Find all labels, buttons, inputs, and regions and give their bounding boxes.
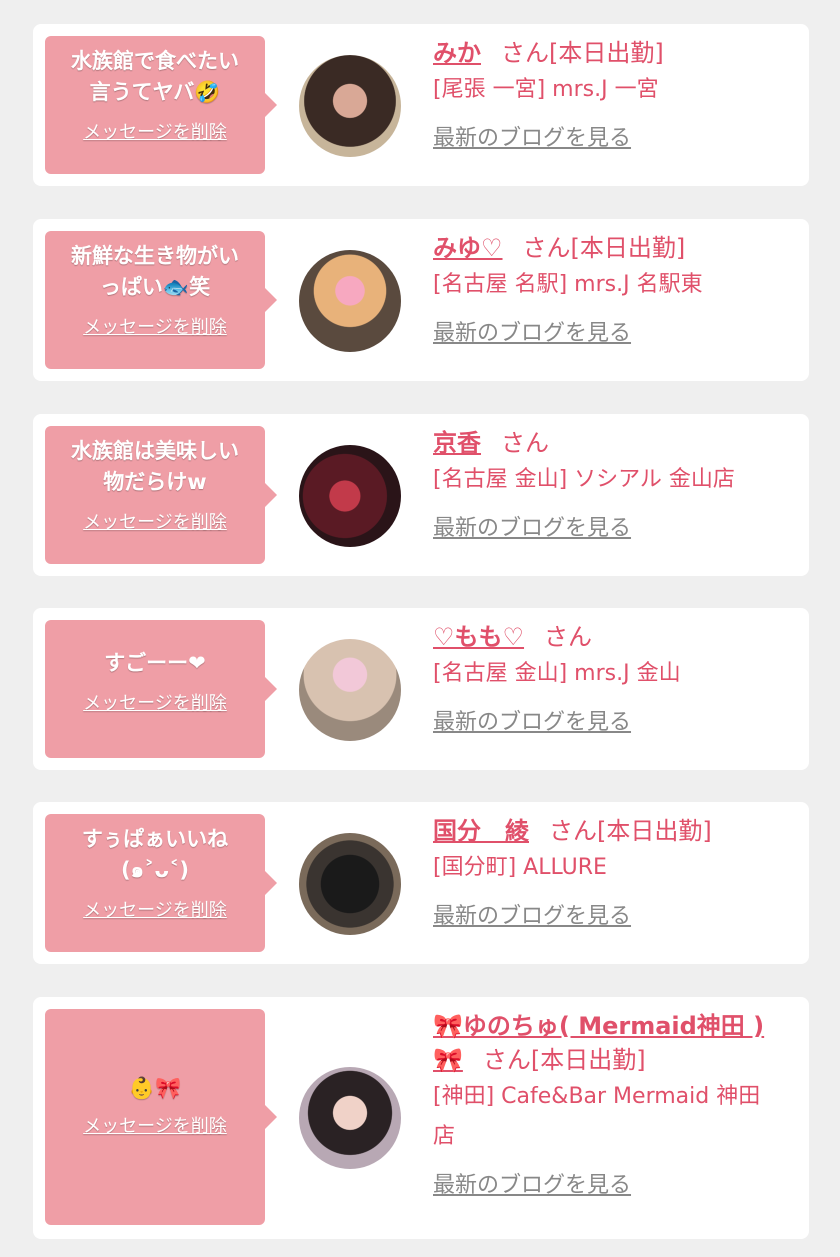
honorific: さん	[482, 1046, 531, 1074]
avatar[interactable]	[299, 55, 401, 157]
message-card: 新鮮な生き物がい っぱい🐟笑 メッセージを削除 みゆ♡ さん[本日出勤] [名古屋…	[33, 219, 809, 381]
message-text: 水族館で食べたい 言うてヤバ🤣	[71, 49, 239, 104]
honorific: さん	[522, 234, 571, 262]
shop-name: [神田] Cafe&Bar Mermaid 神田 店	[433, 1084, 761, 1149]
delete-message-link[interactable]: メッセージを削除	[83, 689, 227, 715]
cast-name-link[interactable]: ♡もも♡	[433, 623, 524, 651]
latest-blog-link[interactable]: 最新のブログを見る	[433, 510, 631, 542]
message-card: 水族館は美味しい 物だらけw メッセージを削除 京香 さん [名古屋 金山] ソシ…	[33, 414, 809, 576]
message-bubble: 水族館は美味しい 物だらけw メッセージを削除	[45, 426, 277, 564]
delete-message-link[interactable]: メッセージを削除	[83, 1112, 227, 1138]
latest-blog-link[interactable]: 最新のブログを見る	[433, 315, 631, 347]
status-text: [本日出勤]	[530, 1046, 646, 1074]
avatar[interactable]	[299, 833, 401, 935]
latest-blog-link[interactable]: 最新のブログを見る	[433, 1167, 631, 1199]
latest-blog-link[interactable]: 最新のブログを見る	[433, 704, 631, 736]
latest-blog-link[interactable]: 最新のブログを見る	[433, 120, 631, 152]
shop-name: [国分町] ALLURE	[433, 855, 607, 880]
cast-name-link[interactable]: 🎀ゆのちゅ( Mermaid神田 )	[433, 1012, 764, 1040]
message-bubble: 👶🎀 メッセージを削除	[45, 1009, 277, 1225]
message-bubble: すぅぱぁいいね (๑˃ᴗ˂) メッセージを削除	[45, 814, 277, 952]
delete-message-link[interactable]: メッセージを削除	[83, 896, 227, 922]
cast-name-link-continued[interactable]: 🎀	[433, 1046, 463, 1074]
shop-name: [名古屋 名駅] mrs.J 名駅東	[433, 272, 703, 297]
avatar[interactable]	[299, 250, 401, 352]
avatar[interactable]	[299, 639, 401, 741]
shop-name: [名古屋 金山] ソシアル 金山店	[433, 467, 735, 492]
cast-name-link[interactable]: 京香	[433, 429, 481, 457]
message-text: 水族館は美味しい 物だらけw	[71, 439, 239, 494]
honorific: さん	[501, 429, 549, 457]
avatar[interactable]	[299, 445, 401, 547]
message-card: 👶🎀 メッセージを削除 🎀ゆのちゅ( Mermaid神田 ) 🎀 さん[本日出勤]…	[33, 997, 809, 1239]
delete-message-link[interactable]: メッセージを削除	[83, 313, 227, 339]
shop-name: [尾張 一宮] mrs.J 一宮	[433, 77, 659, 102]
message-list: 水族館で食べたい 言うてヤバ🤣 メッセージを削除 みか さん[本日出勤] [尾張 …	[0, 0, 840, 1257]
delete-message-link[interactable]: メッセージを削除	[83, 508, 227, 534]
message-text: すぅぱぁいいね (๑˃ᴗ˂)	[81, 827, 229, 882]
message-text: すごーー❤	[104, 651, 206, 675]
message-card: すごーー❤ メッセージを削除 ♡もも♡ さん [名古屋 金山] mrs.J 金山 …	[33, 608, 809, 770]
honorific: さん	[501, 39, 549, 67]
latest-blog-link[interactable]: 最新のブログを見る	[433, 898, 631, 930]
honorific: さん	[549, 817, 597, 845]
status-text: [本日出勤]	[549, 39, 664, 67]
message-card: 水族館で食べたい 言うてヤバ🤣 メッセージを削除 みか さん[本日出勤] [尾張 …	[33, 24, 809, 186]
cast-name-link[interactable]: みゆ♡	[433, 234, 503, 262]
message-bubble: 水族館で食べたい 言うてヤバ🤣 メッセージを削除	[45, 36, 277, 174]
status-text: [本日出勤]	[570, 234, 686, 262]
message-card: すぅぱぁいいね (๑˃ᴗ˂) メッセージを削除 国分 綾さん[本日出勤] [国分…	[33, 802, 809, 964]
message-bubble: 新鮮な生き物がい っぱい🐟笑 メッセージを削除	[45, 231, 277, 369]
cast-name-link[interactable]: みか	[433, 39, 481, 67]
message-text: 👶🎀	[128, 1076, 182, 1100]
message-text: 新鮮な生き物がい っぱい🐟笑	[71, 244, 239, 299]
delete-message-link[interactable]: メッセージを削除	[83, 118, 227, 144]
avatar[interactable]	[299, 1067, 401, 1169]
message-bubble: すごーー❤ メッセージを削除	[45, 620, 277, 758]
shop-name: [名古屋 金山] mrs.J 金山	[433, 661, 681, 686]
cast-name-link[interactable]: 国分 綾	[433, 817, 529, 845]
honorific: さん	[544, 623, 593, 651]
status-text: [本日出勤]	[597, 817, 712, 845]
